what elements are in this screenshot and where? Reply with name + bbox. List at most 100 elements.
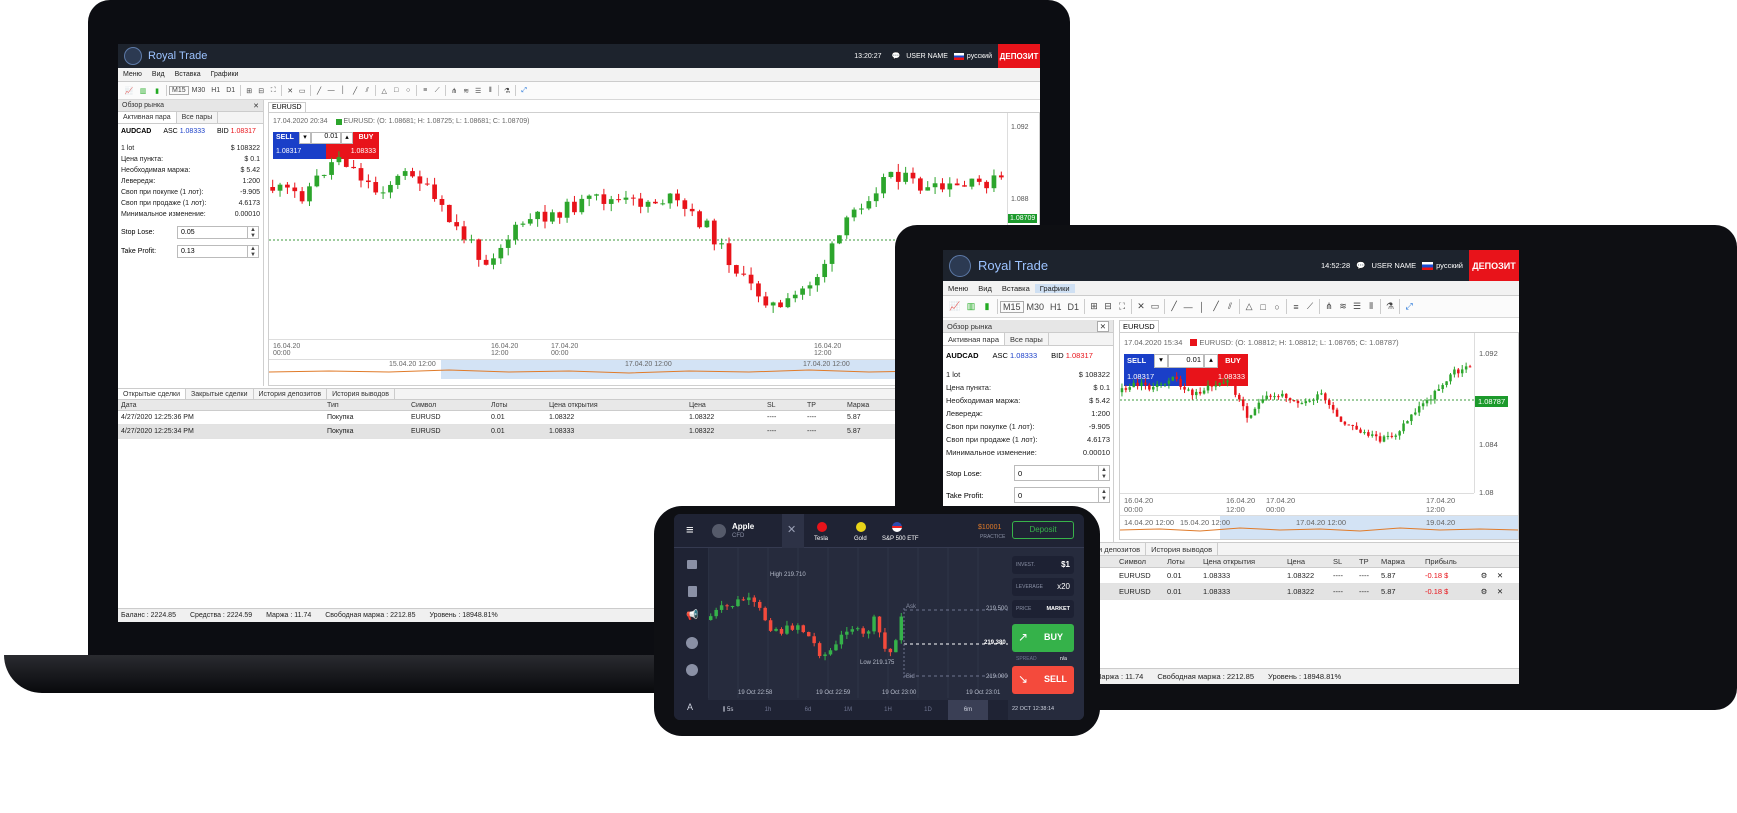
- asset-name[interactable]: Apple: [732, 522, 754, 531]
- ray-icon[interactable]: ╱: [349, 86, 361, 96]
- ruler-icon[interactable]: ▭: [296, 86, 308, 96]
- tab-withdraw-history[interactable]: История выводов: [1146, 543, 1219, 555]
- briefcase-icon[interactable]: [687, 560, 697, 569]
- triangle-icon[interactable]: △: [1242, 300, 1256, 313]
- deposit-button[interactable]: ДЕПОЗИТ: [998, 44, 1040, 68]
- timeframe-item[interactable]: ⫼ 5s: [708, 707, 748, 714]
- tab-deposit-history[interactable]: и депозитов: [1093, 543, 1147, 555]
- menu-item[interactable]: Вставка: [997, 284, 1035, 293]
- draw-line-icon[interactable]: ╱: [313, 86, 325, 96]
- close-icon[interactable]: ✕: [253, 102, 259, 110]
- asset-tab[interactable]: Gold: [854, 536, 867, 542]
- timeframe-item[interactable]: 1D: [908, 707, 948, 713]
- candle-chart-icon[interactable]: ▮: [150, 84, 164, 98]
- bar-chart-icon[interactable]: ▥: [963, 300, 979, 313]
- columns-icon[interactable]: ⦀: [1364, 300, 1378, 313]
- user-icon[interactable]: A: [687, 702, 693, 712]
- user-name[interactable]: USER NAME: [1371, 261, 1416, 270]
- timeframe-h1[interactable]: H1: [208, 86, 223, 95]
- balance[interactable]: $10001: [978, 524, 1001, 531]
- tab-active-pair[interactable]: Активная пара: [943, 333, 1006, 345]
- crosshair-icon[interactable]: ✕: [1134, 300, 1148, 313]
- chat-icon[interactable]: [686, 664, 698, 676]
- tab-closed-trades[interactable]: Закрытые сделки: [186, 389, 254, 399]
- chat-icon[interactable]: 💬: [892, 52, 901, 60]
- pitchfork-icon[interactable]: ⋔: [1322, 300, 1336, 313]
- zoom-out-icon[interactable]: ⊟: [1101, 300, 1115, 313]
- close-asset-icon[interactable]: ✕: [787, 523, 796, 536]
- language-select[interactable]: русский: [1436, 261, 1463, 270]
- close-trade-icon[interactable]: ✕: [1493, 584, 1507, 599]
- close-trade-icon[interactable]: ✕: [1493, 568, 1507, 583]
- menu-item[interactable]: Вид: [973, 284, 997, 293]
- user-name[interactable]: USER NAME: [906, 53, 948, 60]
- take-profit-input[interactable]: 0.13 ▲ ▼: [177, 245, 259, 258]
- stop-loss-input[interactable]: 0.05 ▲ ▼: [177, 226, 259, 239]
- price-field[interactable]: PRICE MARKET: [1012, 600, 1074, 618]
- tab-deposit-history[interactable]: История депозитов: [254, 389, 328, 399]
- fibonacci-icon[interactable]: ≡: [419, 86, 431, 95]
- fullscreen-icon[interactable]: ⤢: [518, 86, 530, 96]
- timeframe-m15[interactable]: M15: [169, 86, 189, 95]
- pitchfork-icon[interactable]: ⋔: [448, 86, 460, 96]
- timeframe-m30[interactable]: M30: [1024, 301, 1048, 313]
- circle-icon[interactable]: ○: [1270, 301, 1284, 313]
- asset-tab[interactable]: Tesla: [814, 536, 828, 542]
- settings-icon[interactable]: ⚙: [1475, 584, 1493, 599]
- line-chart-icon[interactable]: 📈: [122, 84, 136, 98]
- timeframe-item[interactable]: 6d: [788, 707, 828, 713]
- columns-icon[interactable]: ⦀: [484, 86, 496, 96]
- zoom-in-icon[interactable]: ⊞: [243, 86, 255, 96]
- sell-button[interactable]: ↘ SELL: [1012, 666, 1074, 694]
- timeframe-d1[interactable]: D1: [1065, 301, 1083, 313]
- timeframe-d1[interactable]: D1: [223, 86, 238, 95]
- gann-icon[interactable]: ⟋: [1303, 300, 1317, 313]
- mobile-chart[interactable]: High 219.710 Low 219.175 Ask Bid 219.500…: [708, 548, 1008, 698]
- menu-icon[interactable]: ≡: [686, 522, 694, 537]
- zoom-out-icon[interactable]: ⊟: [255, 86, 267, 96]
- close-icon[interactable]: ✕: [1096, 320, 1109, 332]
- play-icon[interactable]: [686, 637, 698, 649]
- arc-icon[interactable]: ≋: [460, 86, 472, 96]
- candlestick-chart[interactable]: [708, 548, 1008, 698]
- timeframe-item[interactable]: 6m: [948, 700, 988, 720]
- circle-icon[interactable]: ○: [402, 86, 414, 95]
- menu-item[interactable]: Графики: [1034, 283, 1075, 293]
- flask-icon[interactable]: ⚗: [1383, 300, 1397, 313]
- asset-tab[interactable]: S&P 500 ETF: [882, 536, 919, 542]
- channel-icon[interactable]: ⫽: [1223, 300, 1237, 313]
- rectangle-icon[interactable]: □: [1256, 301, 1270, 313]
- take-profit-input[interactable]: 0 ▲ ▼: [1014, 487, 1110, 503]
- timeframe-m15[interactable]: M15: [1000, 300, 1024, 313]
- horizontal-line-icon[interactable]: —: [1181, 301, 1195, 313]
- timeframe-h1[interactable]: H1: [1047, 301, 1065, 313]
- crosshair-icon[interactable]: ✕: [284, 86, 296, 96]
- timeframe-item[interactable]: 1H: [868, 707, 908, 713]
- triangle-icon[interactable]: △: [378, 86, 390, 96]
- fit-icon[interactable]: ⛶: [267, 86, 279, 96]
- deposit-button[interactable]: Deposit: [1012, 521, 1074, 539]
- fibonacci-icon[interactable]: ≡: [1289, 301, 1303, 313]
- bar-chart-icon[interactable]: ▥: [136, 84, 150, 98]
- chart-tab[interactable]: EURUSD: [1119, 320, 1159, 332]
- vertical-line-icon[interactable]: │: [337, 86, 349, 95]
- grid-icon[interactable]: ☰: [1350, 300, 1364, 313]
- gann-icon[interactable]: ⟋: [431, 86, 443, 96]
- buy-button[interactable]: ↗ BUY: [1012, 624, 1074, 652]
- grid-icon[interactable]: ☰: [472, 86, 484, 96]
- candle-chart-icon[interactable]: ▮: [979, 300, 995, 313]
- leverage-field[interactable]: LEVERAGE x20: [1012, 578, 1074, 596]
- tab-all-pairs[interactable]: Все пары: [1005, 333, 1049, 345]
- menu-item[interactable]: Меню: [118, 71, 147, 78]
- timeframe-item[interactable]: 1h: [748, 707, 788, 713]
- navigator[interactable]: 14.04.20 12:00 15.04.20 12:00 17.04.20 1…: [1120, 515, 1518, 539]
- language-select[interactable]: русский: [967, 53, 992, 60]
- channel-icon[interactable]: ⫽: [361, 86, 373, 96]
- chat-icon[interactable]: 💬: [1356, 261, 1365, 270]
- line-chart-icon[interactable]: 📈: [947, 300, 963, 313]
- fullscreen-icon[interactable]: ⤢: [1402, 300, 1416, 313]
- chart-tab[interactable]: EURUSD: [268, 102, 306, 112]
- menu-item[interactable]: Вид: [147, 71, 170, 78]
- draw-line-icon[interactable]: ╱: [1167, 300, 1181, 313]
- document-icon[interactable]: [688, 586, 697, 597]
